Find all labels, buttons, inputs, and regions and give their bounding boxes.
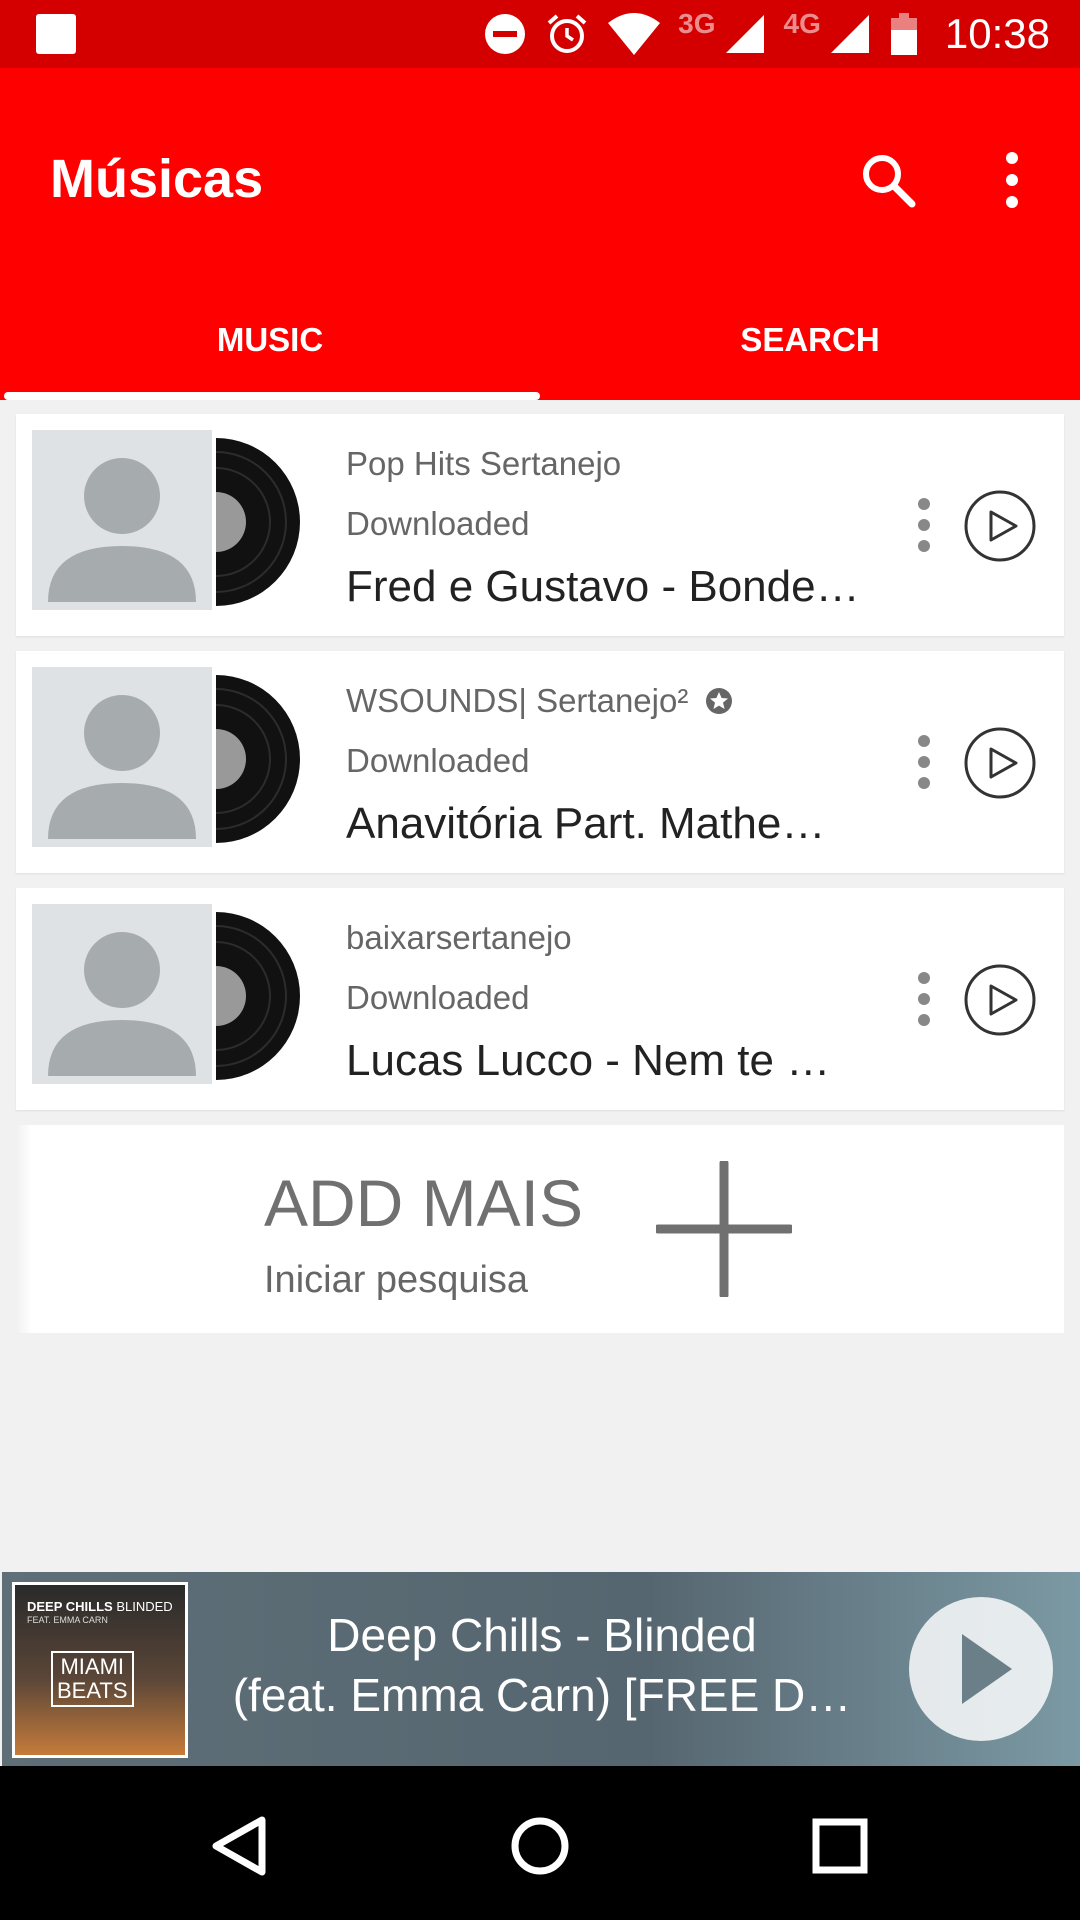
- add-more-title: ADD MAIS: [264, 1166, 584, 1240]
- play-circle-icon[interactable]: [962, 725, 1038, 801]
- play-icon[interactable]: [906, 1594, 1056, 1744]
- play-circle-icon[interactable]: [962, 488, 1038, 564]
- mini-player[interactable]: DEEP CHILLS BLINDED FEAT. EMMA CARN MIAM…: [2, 1572, 1080, 1766]
- battery-icon: [890, 13, 917, 55]
- more-vert-icon[interactable]: [982, 144, 1042, 216]
- avatar-placeholder-icon: [32, 667, 212, 847]
- alarm-icon: [547, 14, 587, 53]
- signal-icon: [830, 15, 869, 53]
- album-cover: DEEP CHILLS BLINDED FEAT. EMMA CARN MIAM…: [12, 1582, 188, 1758]
- search-icon[interactable]: [852, 144, 924, 216]
- channel-name: Pop Hits Sertanejo: [346, 445, 622, 482]
- play-circle-icon[interactable]: [962, 962, 1038, 1038]
- clock: 10:38: [944, 10, 1050, 57]
- tab-music[interactable]: MUSIC: [0, 300, 540, 380]
- status-bar: 3G 4G 10:38: [0, 0, 1080, 68]
- do-not-disturb-icon: [485, 14, 526, 54]
- tab-search[interactable]: SEARCH: [540, 300, 1080, 380]
- song-card[interactable]: Pop Hits Sertanejo Downloaded Fred e Gus…: [16, 414, 1064, 636]
- download-status: Downloaded: [346, 505, 530, 542]
- song-title: Fred e Gustavo - Bonde…: [346, 562, 860, 611]
- cover-text: DEEP CHILLS BLINDED: [27, 1599, 173, 1614]
- network-3g-label: 3G: [678, 8, 716, 39]
- song-card[interactable]: baixarsertanejo Downloaded Lucas Lucco -…: [16, 888, 1064, 1110]
- more-vert-icon[interactable]: [894, 727, 954, 797]
- add-more-subtitle: Iniciar pesquisa: [264, 1259, 529, 1301]
- download-status: Downloaded: [346, 979, 530, 1016]
- more-vert-icon[interactable]: [894, 490, 954, 560]
- song-title: Anavitória Part. Mathe…: [346, 799, 826, 848]
- song-list: Pop Hits Sertanejo Downloaded Fred e Gus…: [16, 414, 1064, 1333]
- channel-name: WSOUNDS| Sertanejo²: [346, 671, 886, 731]
- avatar-placeholder-icon: [32, 904, 212, 1084]
- cover-subtext: FEAT. EMMA CARN: [27, 1615, 108, 1625]
- vinyl-record-icon: [216, 675, 300, 843]
- page-title: Músicas: [50, 149, 264, 209]
- app-bar: Músicas MUSIC SEARCH: [0, 68, 1080, 400]
- song-card[interactable]: WSOUNDS| Sertanejo² Downloaded Anavitóri…: [16, 651, 1064, 873]
- now-playing-title: Deep Chills - Blinded: [327, 1609, 757, 1661]
- notification-square-icon: [36, 14, 76, 54]
- channel-name-text: WSOUNDS| Sertanejo²: [346, 682, 689, 719]
- vinyl-record-icon: [216, 912, 300, 1080]
- plus-icon: [656, 1161, 792, 1297]
- signal-icon: [725, 15, 764, 53]
- wifi-icon: [608, 13, 661, 55]
- network-4g-label: 4G: [783, 8, 821, 39]
- song-title: Lucas Lucco - Nem te …: [346, 1036, 831, 1085]
- tab-indicator: [4, 392, 540, 400]
- cover-logo: MIAMI BEATS: [51, 1651, 134, 1707]
- home-icon[interactable]: [500, 1806, 580, 1886]
- vinyl-record-icon: [216, 438, 300, 606]
- download-status: Downloaded: [346, 742, 530, 779]
- add-more-button[interactable]: ADD MAIS Iniciar pesquisa: [16, 1125, 1064, 1333]
- back-icon[interactable]: [202, 1806, 282, 1886]
- channel-name: baixarsertanejo: [346, 919, 572, 956]
- avatar-placeholder-icon: [32, 430, 212, 610]
- now-playing-subtitle: (feat. Emma Carn) [FREE D…: [232, 1669, 852, 1721]
- more-vert-icon[interactable]: [894, 964, 954, 1034]
- system-nav-bar: [0, 1766, 1080, 1920]
- verified-badge-icon: [705, 688, 732, 714]
- recents-icon[interactable]: [800, 1806, 880, 1886]
- card-edge-shade: [16, 1125, 32, 1333]
